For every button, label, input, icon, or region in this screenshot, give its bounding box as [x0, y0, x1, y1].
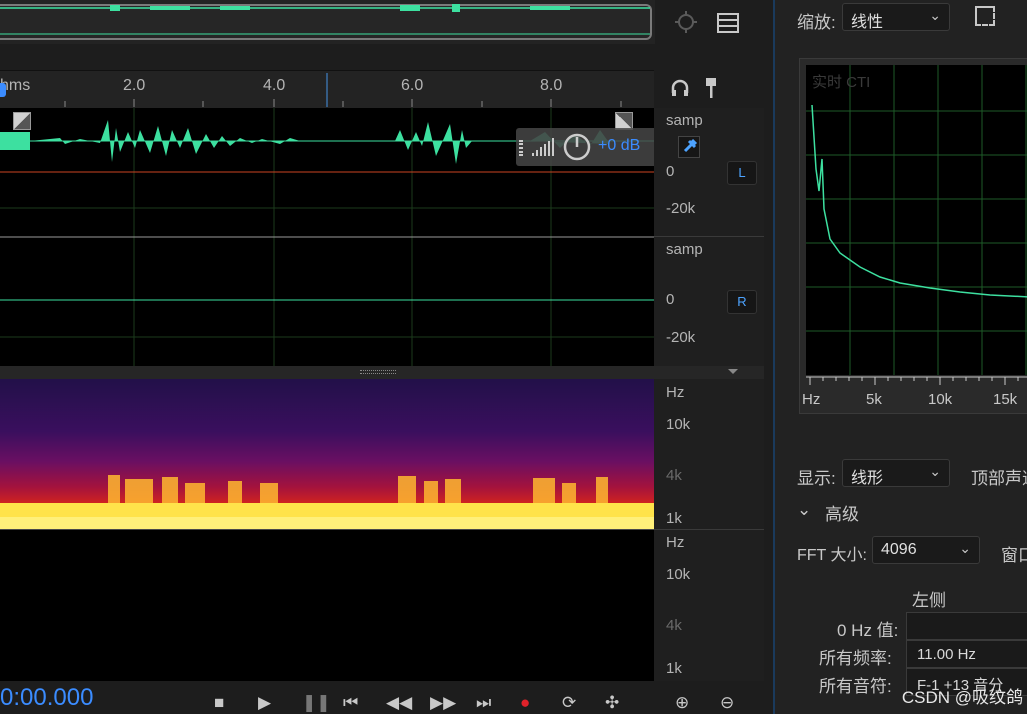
overview-waveform: [0, 4, 650, 35]
divider-grip[interactable]: [360, 370, 396, 374]
frequency-graph[interactable]: 实时 CTI Hz 5k 10k 15k: [799, 58, 1027, 414]
skip-to-start-button[interactable]: ⏮: [343, 693, 358, 713]
spec-bottom-1k: 1k: [666, 660, 682, 677]
left-scale-unit: samp: [666, 112, 703, 129]
frequency-analysis-panel: 缩放: 线性 ⌄ 实时 CTI Hz 5k 10k 15k 显示: 线形 ⌄ 顶…: [773, 0, 1027, 714]
spec-top-4k: 4k: [666, 467, 682, 484]
level-meter-icon: [532, 138, 554, 156]
left-channel-button[interactable]: L: [727, 161, 757, 185]
gain-knob-icon[interactable]: [562, 132, 592, 162]
zoom-out-amplitude-icon[interactable]: ⊖: [720, 693, 734, 713]
advanced-toggle-icon[interactable]: ⌄: [797, 500, 811, 520]
chevron-down-icon: ⌄: [929, 463, 941, 479]
amplitude-scale: samp 0 -20k L samp 0 -20k R: [654, 108, 764, 366]
spec-top-unit: Hz: [666, 384, 685, 401]
display-dropdown-value: 线形: [851, 470, 884, 487]
fft-size-dropdown[interactable]: 4096 ⌄: [872, 536, 980, 564]
zoom-dropdown-value: 线性: [851, 14, 884, 31]
frequency-plot: [806, 65, 1027, 385]
skip-silence-button[interactable]: ✣: [605, 693, 619, 713]
rewind-button[interactable]: ◀◀: [386, 693, 412, 713]
zero-hz-label: 0 Hz 值:: [837, 621, 899, 640]
waveform-editor[interactable]: +0 dB: [0, 108, 676, 366]
x-axis-tick-label: 5k: [866, 391, 882, 408]
fft-size-value: 4096: [881, 541, 917, 558]
watermark-text: CSDN @吸纹鸽: [901, 688, 1023, 707]
window-label: 窗口: [1001, 546, 1027, 565]
spec-bottom-4k: 4k: [666, 617, 682, 634]
transport-bar: 0:00.000 ■ ▶ ❚❚ ⏮ ◀◀ ▶▶ ⏭ ● ⟳ ✣ ⊕ ⊖: [0, 681, 770, 714]
headphones-icon[interactable]: [670, 78, 690, 98]
spec-top-1k: 1k: [666, 510, 682, 527]
drag-grip-icon[interactable]: [519, 140, 523, 156]
top-channel-label: 顶部声道: [971, 469, 1027, 488]
fast-forward-button[interactable]: ▶▶: [430, 693, 456, 713]
fade-in-handle[interactable]: [13, 112, 31, 130]
stop-button[interactable]: ■: [214, 693, 224, 713]
right-scale-minus: -20k: [666, 329, 696, 346]
gain-hud[interactable]: +0 dB: [516, 128, 676, 166]
zoom-label: 缩放:: [797, 13, 836, 32]
spec-top-10k: 10k: [666, 416, 691, 433]
record-button[interactable]: ●: [520, 693, 530, 713]
spectrogram-canvas: [0, 379, 654, 530]
marker-pin-icon[interactable]: [704, 77, 718, 99]
left-column-header: 左侧: [912, 591, 946, 610]
fft-size-label: FFT 大小:: [797, 547, 867, 564]
time-ruler[interactable]: hms 2.0 4.0 6.0 8.0: [0, 70, 654, 108]
zoom-in-amplitude-icon[interactable]: ⊕: [675, 693, 689, 713]
frequency-scale: Hz 10k 4k 1k Hz 10k 4k 1k: [654, 379, 764, 681]
x-axis-tick-label: 10k: [928, 391, 953, 408]
zoom-dropdown[interactable]: 线性 ⌄: [842, 3, 950, 31]
frequency-value: 11.00 Hz: [906, 640, 1027, 668]
waveform-overview[interactable]: [0, 0, 655, 44]
ruler-ticks: [64, 73, 622, 107]
play-button[interactable]: ▶: [258, 693, 271, 713]
zero-hz-value: [906, 612, 1027, 640]
chevron-down-icon: ⌄: [929, 7, 941, 23]
right-channel-button[interactable]: R: [727, 290, 757, 314]
graph-overlay-text: 实时 CTI: [812, 74, 871, 91]
loop-button[interactable]: ⟳: [562, 693, 576, 713]
timecode-display[interactable]: 0:00.000: [0, 684, 93, 712]
x-axis-tick-label: Hz: [802, 391, 821, 408]
skip-to-end-button[interactable]: ⏭: [476, 693, 491, 713]
gain-readout[interactable]: +0 dB: [598, 137, 640, 155]
panel-divider[interactable]: [0, 366, 764, 379]
pin-hud-icon[interactable]: [678, 136, 700, 158]
spec-bottom-unit: Hz: [666, 534, 685, 551]
left-scale-zero: 0: [666, 163, 675, 180]
note-label: 所有音符:: [819, 677, 892, 696]
zoom-navigator-icon[interactable]: [674, 10, 698, 34]
list-view-icon[interactable]: [717, 13, 739, 33]
chevron-down-icon: ⌄: [959, 540, 971, 556]
left-scale-minus: -20k: [666, 200, 696, 217]
collapse-arrow-icon[interactable]: [728, 369, 738, 374]
pause-button[interactable]: ❚❚: [302, 693, 331, 713]
display-dropdown[interactable]: 线形 ⌄: [842, 459, 950, 487]
spectral-display[interactable]: [0, 379, 654, 681]
right-scale-unit: samp: [666, 241, 703, 258]
select-region-icon[interactable]: [975, 6, 995, 26]
spec-bottom-10k: 10k: [666, 566, 691, 583]
display-label: 显示:: [797, 469, 836, 488]
frequency-label: 所有频率:: [819, 649, 892, 668]
playhead-marker[interactable]: [0, 83, 6, 97]
x-axis-tick-label: 15k: [993, 391, 1018, 408]
advanced-section-label[interactable]: 高级: [825, 500, 859, 525]
right-scale-zero: 0: [666, 291, 675, 308]
